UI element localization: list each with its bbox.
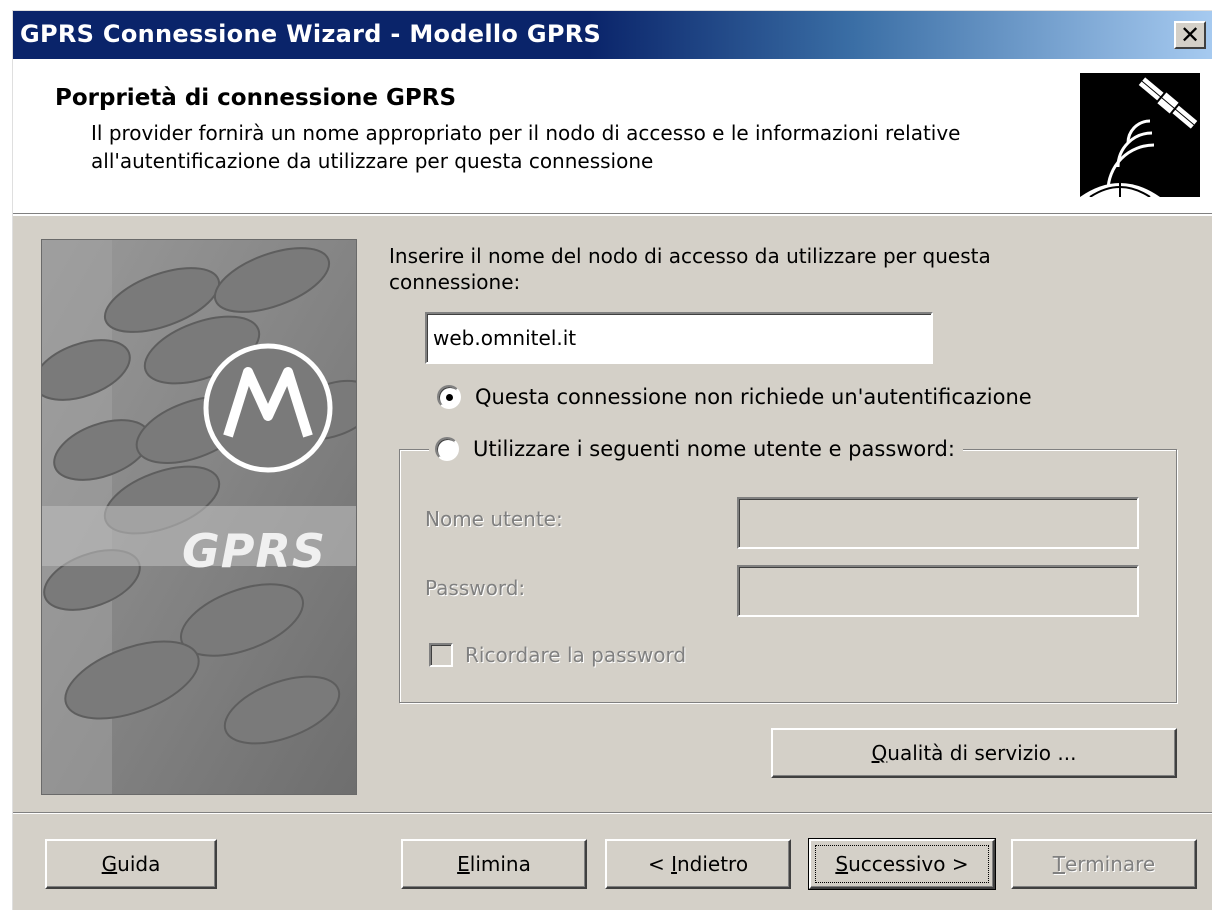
wizard-window: GPRS Connessione Wizard - Modello GPRS ✕… <box>12 10 1212 910</box>
next-label: uccessivo > <box>848 852 969 876</box>
qos-label: ualità di servizio ... <box>887 741 1077 765</box>
side-image: GPRS <box>41 239 357 795</box>
help-mnemonic: G <box>101 852 118 876</box>
finish-button[interactable]: Terminare <box>1011 839 1197 889</box>
password-field[interactable] <box>737 565 1139 617</box>
apn-prompt: Inserire il nome del nodo di accesso da … <box>389 244 991 294</box>
no-auth-label: Questa connessione non richiede un'auten… <box>475 385 1032 409</box>
back-label: ndietro <box>676 852 749 876</box>
page-description: Il provider fornirà un nome appropriato … <box>91 121 961 173</box>
use-credentials-radio[interactable] <box>435 437 459 461</box>
header-divider <box>13 214 1212 216</box>
satellite-icon <box>1080 73 1200 198</box>
delete-mnemonic: E <box>457 852 470 876</box>
no-auth-radio[interactable] <box>437 385 461 409</box>
help-button[interactable]: Guida <box>45 839 217 889</box>
page-title: Porprietà di connessione GPRS <box>55 85 457 111</box>
qos-mnemonic: Q <box>871 741 888 765</box>
back-button[interactable]: < Indietro <box>605 839 791 889</box>
remember-password-option[interactable]: Ricordare la password <box>429 643 686 667</box>
no-auth-option[interactable]: Questa connessione non richiede un'auten… <box>437 385 1032 409</box>
gprs-brand-label: GPRS <box>182 524 327 578</box>
next-button[interactable]: Successivo > <box>808 838 996 890</box>
help-label: uida <box>117 852 161 876</box>
delete-label: limina <box>469 852 531 876</box>
use-credentials-label: Utilizzare i seguenti nome utente e pass… <box>473 437 955 461</box>
remember-password-label: Ricordare la password <box>465 643 687 667</box>
title-bar[interactable]: GPRS Connessione Wizard - Modello GPRS ✕ <box>13 11 1212 59</box>
password-label: Password: <box>425 576 526 600</box>
wizard-header: Porprietà di connessione GPRS Il provide… <box>13 59 1212 215</box>
remember-password-checkbox[interactable] <box>429 643 453 667</box>
close-button[interactable]: ✕ <box>1174 21 1206 49</box>
footer-divider <box>13 812 1212 814</box>
use-credentials-option[interactable]: Utilizzare i seguenti nome utente e pass… <box>429 437 963 461</box>
back-prefix: < <box>647 852 672 876</box>
apn-input[interactable]: web.omnitel.it <box>425 312 933 364</box>
qos-button[interactable]: Qualità di servizio ... <box>771 728 1177 778</box>
delete-button[interactable]: Elimina <box>401 839 587 889</box>
window-title: GPRS Connessione Wizard - Modello GPRS <box>20 20 602 48</box>
finish-mnemonic: T <box>1052 852 1065 876</box>
finish-label: erminare <box>1064 852 1156 876</box>
close-icon: ✕ <box>1179 21 1201 49</box>
next-mnemonic: S <box>835 852 849 876</box>
username-label: Nome utente: <box>425 507 563 531</box>
username-field[interactable] <box>737 497 1139 549</box>
